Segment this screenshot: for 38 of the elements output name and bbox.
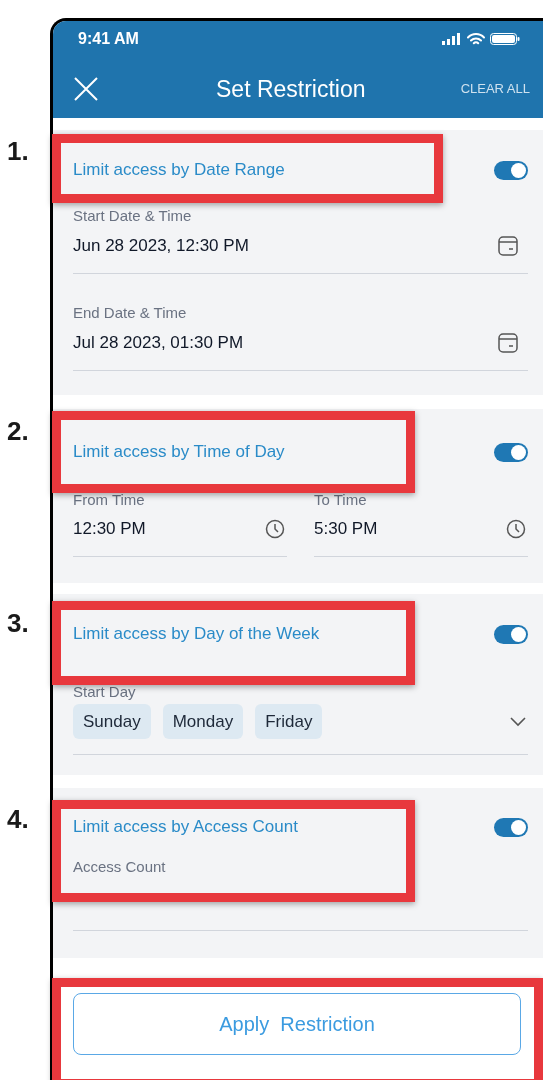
clock-icon[interactable] [506,519,526,539]
toggle-switch[interactable] [494,817,528,837]
field-label: Start Day [73,682,136,702]
clear-all-button[interactable]: CLEAR ALL [460,79,530,99]
section-title: Limit access by Date Range [73,159,285,182]
section-title: Limit access by Day of the Week [73,623,320,646]
close-button[interactable] [73,76,99,102]
section-title: Limit access by Time of Day [73,441,285,464]
battery-icon [490,33,520,45]
chevron-down-icon[interactable] [510,716,526,727]
field-value: Jun 28 2023, 12:30 PM [73,235,249,258]
screen-title: Set Restriction [216,74,366,104]
field-label: From Time [73,490,146,510]
calendar-icon[interactable] [498,333,518,353]
wifi-icon [467,32,485,46]
toggle-switch[interactable] [494,624,528,644]
status-time: 9:41 AM [78,29,139,49]
day-chip[interactable]: Friday [255,704,323,739]
field-label: To Time [314,490,368,510]
field-value: 5:30 PM [314,518,378,541]
day-chip[interactable]: Sunday [73,704,151,739]
toggle-switch[interactable] [494,160,528,180]
access-count-input[interactable]: Access Count [73,857,528,877]
day-chip[interactable]: Monday [162,704,244,739]
calendar-icon[interactable] [498,236,518,256]
field-value: Jul 28 2023, 01:30 PM [73,332,244,355]
field-value: 12:30 PM [73,518,146,541]
annotation-number: 3. [7,610,29,636]
toggle-switch[interactable] [494,442,528,462]
access-count-field[interactable]: Access Count [73,857,528,931]
annotation-number: 1. [7,138,29,164]
annotation-number: 4. [7,806,29,832]
section-title: Limit access by Access Count [73,816,298,839]
annotation-number: 2. [7,418,29,444]
signal-icon [442,33,462,45]
field-label: Start Date & Time [73,206,193,226]
clock-icon[interactable] [265,519,285,539]
field-label: End Date & Time [73,303,188,323]
